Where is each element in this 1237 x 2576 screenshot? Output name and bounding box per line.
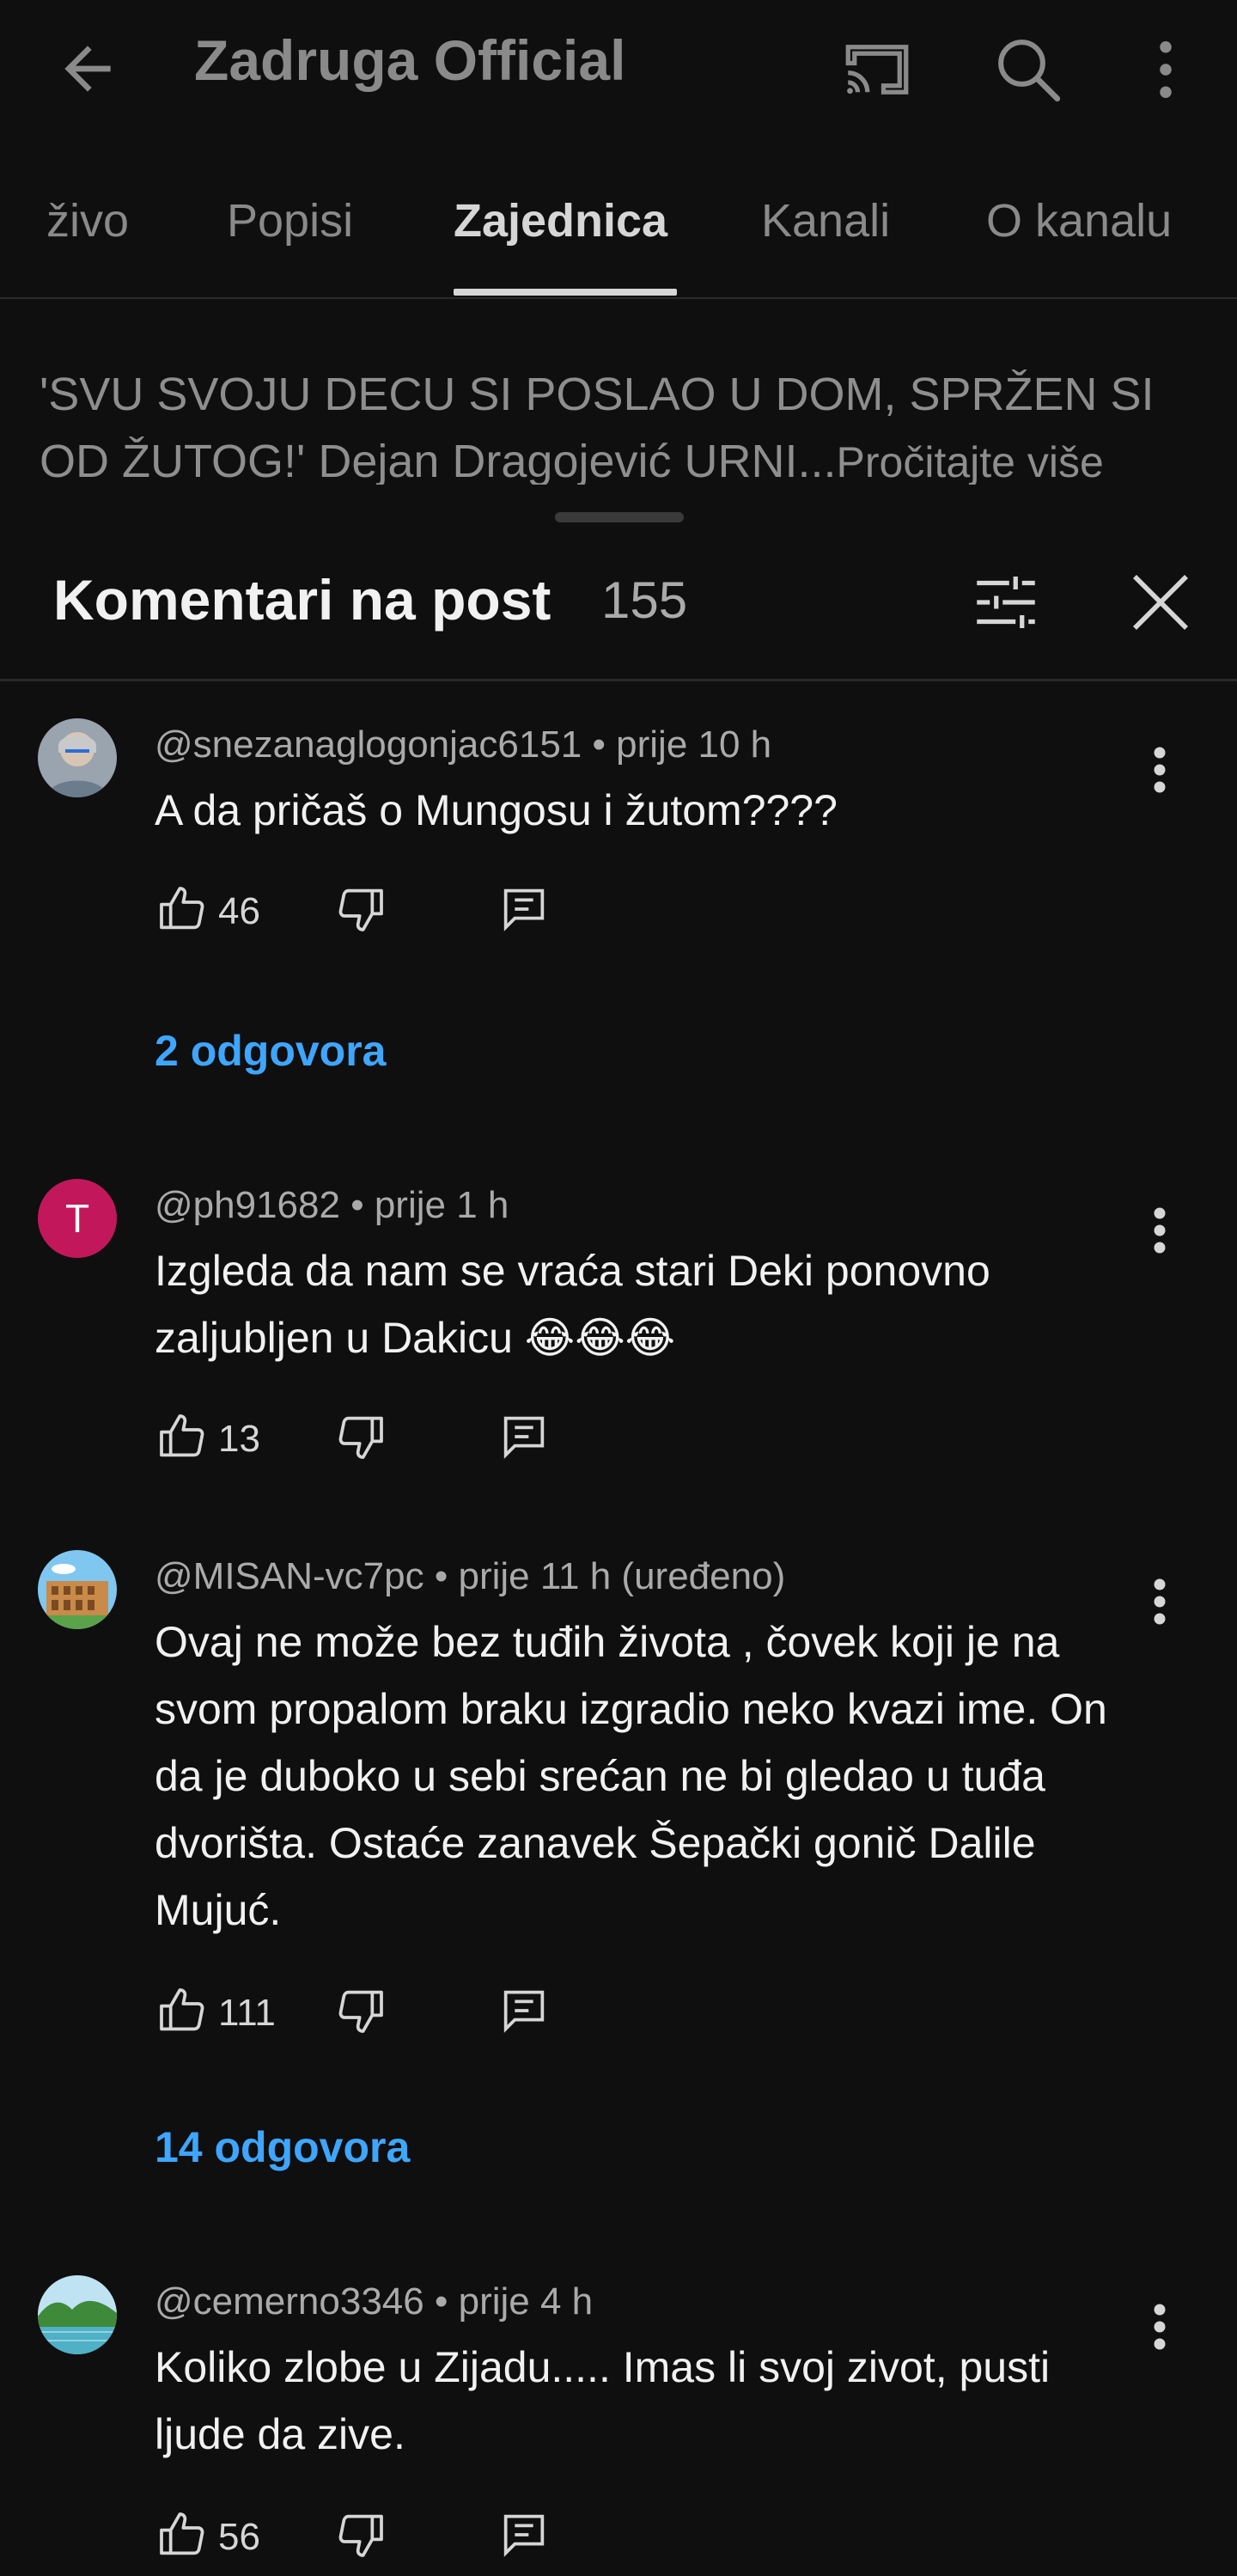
active-tab-indicator — [454, 289, 677, 296]
colosseum-avatar-icon — [38, 1550, 117, 1629]
comment-more-icon[interactable] — [1134, 736, 1185, 804]
photo-avatar-icon — [38, 718, 117, 797]
comments-count: 155 — [601, 571, 688, 629]
comment-text: A da pričaš o Mungosu i žutom???? — [155, 786, 838, 834]
sheet-drag-handle[interactable] — [555, 512, 684, 522]
cast-icon[interactable] — [838, 31, 916, 108]
reply-icon[interactable] — [497, 882, 551, 937]
like-icon[interactable] — [155, 2507, 210, 2562]
comment-author[interactable]: @ph91682 — [155, 1184, 340, 1226]
comment-more-icon[interactable] — [1134, 2292, 1185, 2361]
like-icon[interactable] — [155, 882, 210, 937]
back-arrow-icon[interactable] — [53, 34, 122, 103]
tab-o-kanalu[interactable]: O kanalu — [986, 194, 1172, 247]
dislike-icon[interactable] — [333, 1983, 388, 2038]
comment-time: prije 11 h (uređeno) — [458, 1555, 786, 1597]
comment-time: prije 10 h — [616, 723, 772, 766]
top-app-bar: Zadruga Official — [0, 0, 1237, 137]
comment-actions: 13 — [155, 1409, 756, 1478]
comment-actions: 111 — [155, 1983, 756, 2052]
like-count: 13 — [218, 1418, 260, 1460]
sheet-divider — [0, 679, 1237, 681]
comments-title: Komentari na post — [53, 568, 551, 632]
like-count: 46 — [218, 890, 260, 932]
dislike-icon[interactable] — [333, 2507, 388, 2562]
comment-author[interactable]: @MISAN-vc7pc — [155, 1555, 424, 1597]
comment-actions: 46 — [155, 882, 756, 950]
comment-text: Ovaj ne može bez tuđih života , čovek ko… — [155, 1618, 1107, 1934]
tab-zivo[interactable]: živo — [46, 194, 129, 247]
reply-icon[interactable] — [497, 1409, 551, 1464]
post-preview[interactable]: 'SVU SVOJU DECU SI POSLAO U DOM, SPRŽEN … — [40, 361, 1208, 496]
comment-time: prije 4 h — [458, 2280, 594, 2323]
replies-link[interactable]: 2 odgovora — [155, 1026, 386, 1076]
dislike-icon[interactable] — [333, 1409, 388, 1464]
comment-text: Koliko zlobe u Zijadu..... Imas li svoj … — [155, 2343, 1051, 2458]
read-more-link[interactable]: Pročitajte više — [837, 438, 1104, 486]
reply-icon[interactable] — [497, 1983, 551, 2038]
avatar[interactable] — [38, 718, 117, 797]
search-icon[interactable] — [990, 31, 1067, 108]
comment-text: Izgleda da nam se vraća stari Deki ponov… — [155, 1247, 990, 1362]
tab-popisi[interactable]: Popisi — [227, 194, 353, 247]
avatar[interactable]: T — [38, 1179, 117, 1258]
like-count: 56 — [218, 2516, 260, 2558]
comment-time: prije 1 h — [374, 1184, 509, 1226]
tab-kanali[interactable]: Kanali — [761, 194, 890, 247]
comment-author[interactable]: @cemerno3346 — [155, 2280, 424, 2323]
avatar[interactable] — [38, 1550, 117, 1629]
comment-actions: 56 — [155, 2507, 756, 2576]
like-icon[interactable] — [155, 1983, 210, 2038]
like-icon[interactable] — [155, 1409, 210, 1464]
landscape-avatar-icon — [38, 2275, 117, 2354]
tab-zajednica[interactable]: Zajednica — [454, 194, 667, 247]
avatar-letter: T — [64, 1196, 90, 1241]
comment-author[interactable]: @snezanaglogonjac6151 — [155, 723, 582, 766]
channel-title: Zadruga Official — [194, 28, 626, 92]
replies-link[interactable]: 14 odgovora — [155, 2122, 410, 2172]
reply-icon[interactable] — [497, 2507, 551, 2562]
channel-tabs: živo Popisi Zajednica Kanali O kanalu — [0, 163, 1237, 299]
close-icon[interactable] — [1122, 564, 1199, 641]
like-count: 111 — [218, 1992, 276, 2034]
dislike-icon[interactable] — [333, 882, 388, 937]
filter-icon[interactable] — [967, 564, 1045, 641]
comment-more-icon[interactable] — [1134, 1196, 1185, 1265]
avatar[interactable] — [38, 2275, 117, 2354]
more-vert-icon[interactable] — [1127, 31, 1204, 108]
comment-more-icon[interactable] — [1134, 1567, 1185, 1636]
